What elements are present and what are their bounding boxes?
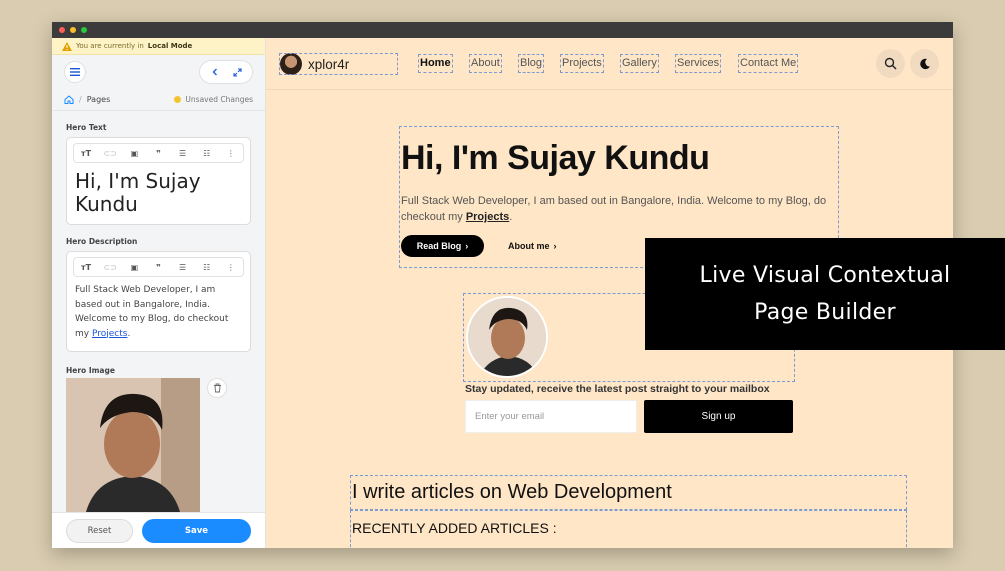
theme-toggle-button[interactable]: [910, 49, 939, 78]
title-bar: [52, 22, 953, 38]
quote-icon[interactable]: ❞: [150, 263, 166, 272]
hero-description: Full Stack Web Developer, I am based out…: [401, 195, 827, 223]
nav-home[interactable]: Home: [418, 54, 453, 73]
profile-avatar: [466, 296, 548, 378]
hero-title: Hi, I'm Sujay Kundu: [401, 139, 710, 177]
nav-gallery[interactable]: Gallery: [620, 54, 659, 73]
hero-projects-link[interactable]: Projects: [466, 211, 509, 223]
nav-projects[interactable]: Projects: [560, 54, 604, 73]
hero-description-editor[interactable]: тT ⊂⊃ ▣ ❞ ☰ ☷ ⋮ Full Stack Web Developer…: [66, 251, 251, 352]
save-button[interactable]: Save: [142, 518, 251, 543]
hero-description-label: Hero Description: [66, 237, 138, 246]
bullet-list-icon[interactable]: ☰: [175, 149, 191, 158]
portrait-image: [468, 298, 546, 376]
sidebar-actions: Reset Save: [52, 512, 265, 548]
projects-link[interactable]: Projects: [92, 329, 127, 339]
trash-icon: [213, 383, 221, 393]
hamburger-icon: [70, 68, 80, 76]
moon-icon: [919, 58, 930, 69]
promo-line-2: Page Builder: [754, 300, 896, 325]
hero-description-toolbar: тT ⊂⊃ ▣ ❞ ☰ ☷ ⋮: [73, 257, 244, 277]
text-size-icon[interactable]: тT: [78, 263, 94, 272]
sidebar-nav-controls: [199, 60, 253, 84]
expand-icon: [232, 67, 242, 77]
close-window-dot[interactable]: [59, 27, 65, 33]
menu-button[interactable]: [64, 61, 86, 83]
hero-image-thumbnail[interactable]: [66, 378, 200, 512]
quote-icon[interactable]: ❞: [150, 149, 166, 158]
chevron-right-icon: ›: [553, 241, 557, 251]
expand-button[interactable]: [228, 63, 246, 81]
about-me-label: About me: [508, 241, 550, 251]
warning-icon: [62, 41, 72, 51]
unsaved-dot-icon: [174, 96, 182, 103]
site-brand[interactable]: xplor4r: [279, 53, 398, 75]
breadcrumb-separator: /: [79, 95, 82, 104]
about-me-button[interactable]: About me ›: [508, 235, 557, 257]
bullet-list-icon[interactable]: ☰: [175, 263, 191, 272]
hero-image-label: Hero Image: [66, 366, 115, 375]
back-button[interactable]: [206, 63, 224, 81]
articles-heading[interactable]: I write articles on Web Development: [350, 475, 907, 510]
read-blog-button[interactable]: Read Blog ›: [401, 235, 484, 257]
editor-sidebar: You are currently in Local Mode / Pages …: [52, 38, 269, 548]
promo-overlay: Live Visual Contextual Page Builder: [645, 238, 1005, 350]
read-blog-label: Read Blog: [416, 241, 462, 251]
site-navbar: xplor4r Home About Blog Projects Gallery…: [266, 38, 953, 90]
hero-description-input[interactable]: Full Stack Web Developer, I am based out…: [67, 282, 250, 351]
link-icon[interactable]: ⊂⊃: [102, 263, 118, 272]
portrait-image: [66, 378, 200, 512]
numbered-list-icon[interactable]: ☷: [199, 149, 215, 158]
nav-about[interactable]: About: [469, 54, 502, 73]
local-mode-text: You are currently in: [76, 42, 144, 50]
breadcrumb-pages[interactable]: Pages: [87, 95, 111, 104]
delete-image-button[interactable]: [207, 378, 227, 398]
text-size-icon[interactable]: тT: [78, 149, 94, 158]
unsaved-status: Unsaved Changes: [174, 95, 253, 104]
search-button[interactable]: [876, 49, 905, 78]
sign-up-button[interactable]: Sign up: [644, 400, 793, 433]
subscribe-text: Stay updated, receive the latest post st…: [465, 383, 770, 395]
recent-articles-heading[interactable]: RECENTLY ADDED ARTICLES :: [350, 510, 907, 548]
hero-text-editor[interactable]: тT ⊂⊃ ▣ ❞ ☰ ☷ ⋮ Hi, I'm Sujay Kundu: [66, 137, 251, 225]
chevron-right-icon: ›: [465, 241, 469, 251]
unsaved-text: Unsaved Changes: [185, 95, 253, 104]
nav-contact[interactable]: Contact Me: [737, 54, 799, 73]
image-icon[interactable]: ▣: [126, 263, 142, 272]
more-options-icon[interactable]: ⋮: [223, 263, 239, 272]
local-mode-banner: You are currently in Local Mode: [52, 38, 265, 55]
search-icon: [884, 57, 897, 70]
sidebar-toolbar: [52, 55, 265, 89]
nav-services[interactable]: Services: [674, 54, 722, 73]
hero-text-label: Hero Text: [66, 123, 107, 132]
reset-button[interactable]: Reset: [66, 518, 133, 543]
brand-name: xplor4r: [308, 56, 350, 72]
email-input[interactable]: Enter your email: [465, 400, 637, 433]
promo-line-1: Live Visual Contextual: [699, 263, 951, 288]
minimize-window-dot[interactable]: [70, 27, 76, 33]
maximize-window-dot[interactable]: [81, 27, 87, 33]
nav-blog[interactable]: Blog: [517, 54, 545, 73]
more-options-icon[interactable]: ⋮: [223, 149, 239, 158]
image-icon[interactable]: ▣: [126, 149, 142, 158]
hero-description-text: Full Stack Web Developer, I am based out…: [401, 195, 827, 223]
home-icon[interactable]: [64, 95, 74, 104]
link-icon[interactable]: ⊂⊃: [102, 149, 118, 158]
numbered-list-icon[interactable]: ☷: [199, 263, 215, 272]
chevron-left-icon: [212, 68, 217, 76]
hero-text-input[interactable]: Hi, I'm Sujay Kundu: [67, 168, 250, 224]
brand-avatar: [280, 53, 302, 75]
local-mode-strong: Local Mode: [147, 42, 193, 50]
hero-text-toolbar: тT ⊂⊃ ▣ ❞ ☰ ☷ ⋮: [73, 143, 244, 163]
breadcrumb: / Pages Unsaved Changes: [52, 89, 265, 111]
